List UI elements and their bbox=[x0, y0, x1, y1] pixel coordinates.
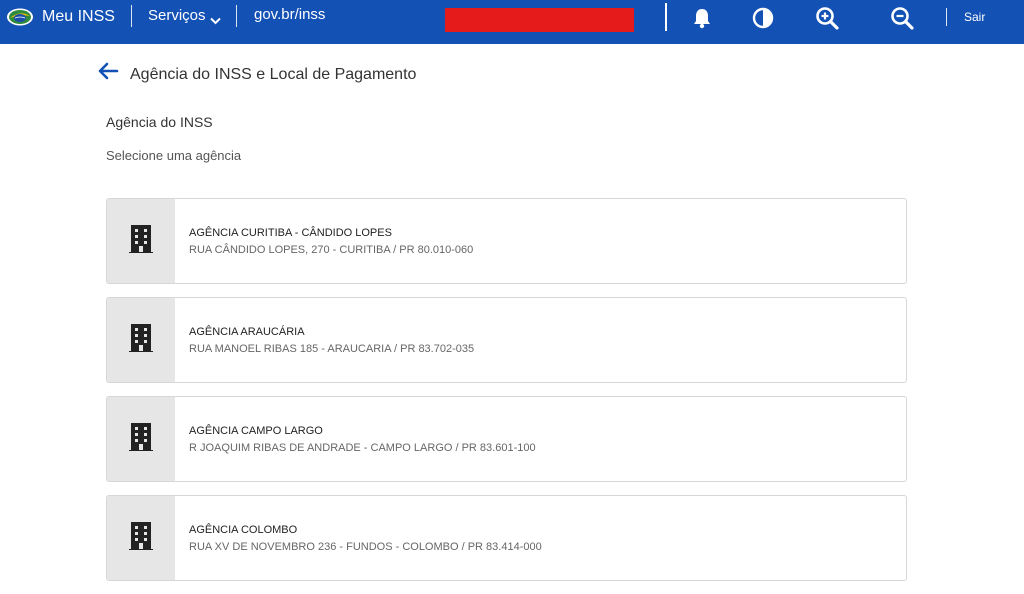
bell-icon[interactable] bbox=[690, 6, 714, 30]
header-divider bbox=[131, 5, 132, 27]
agency-icon-box bbox=[107, 298, 175, 382]
redacted-user-info bbox=[445, 8, 634, 32]
agency-card[interactable]: AGÊNCIA CAMPO LARGO R JOAQUIM RIBAS DE A… bbox=[106, 396, 907, 482]
services-menu-button[interactable]: Serviços bbox=[148, 7, 221, 25]
agency-list: AGÊNCIA CURITIBA - CÂNDIDO LOPES RUA CÂN… bbox=[106, 198, 907, 594]
building-icon bbox=[129, 422, 153, 456]
agency-name: AGÊNCIA COLOMBO bbox=[189, 524, 298, 536]
agency-card[interactable]: AGÊNCIA ARAUCÁRIA RUA MANOEL RIBAS 185 -… bbox=[106, 297, 907, 383]
agency-name: AGÊNCIA CAMPO LARGO bbox=[189, 425, 323, 437]
header-divider bbox=[665, 3, 667, 31]
top-navigation-bar: Meu INSS Serviços gov.br/inss Sair bbox=[0, 0, 1024, 44]
agency-icon-box bbox=[107, 397, 175, 481]
app-name[interactable]: Meu INSS bbox=[42, 8, 115, 26]
zoom-out-icon[interactable] bbox=[890, 6, 914, 30]
logout-button[interactable]: Sair bbox=[964, 10, 985, 24]
agency-address: RUA MANOEL RIBAS 185 - ARAUCARIA / PR 83… bbox=[189, 343, 475, 355]
contrast-icon[interactable] bbox=[751, 6, 775, 30]
header-divider bbox=[946, 8, 947, 26]
header-divider bbox=[236, 5, 237, 27]
agency-card[interactable]: AGÊNCIA COLOMBO RUA XV DE NOVEMBRO 236 -… bbox=[106, 495, 907, 581]
page-title: Agência do INSS e Local de Pagamento bbox=[130, 66, 417, 83]
building-icon bbox=[129, 224, 153, 258]
chevron-down-icon bbox=[209, 12, 221, 25]
agency-address: RUA CÂNDIDO LOPES, 270 - CURITIBA / PR 8… bbox=[189, 244, 474, 256]
inss-logo-icon[interactable] bbox=[6, 7, 34, 27]
zoom-in-icon[interactable] bbox=[815, 6, 839, 30]
agency-icon-box bbox=[107, 496, 175, 580]
section-title: Agência do INSS bbox=[106, 114, 213, 130]
agency-address: R JOAQUIM RIBAS DE ANDRADE - CAMPO LARGO… bbox=[189, 442, 536, 454]
building-icon bbox=[129, 323, 153, 357]
building-icon bbox=[129, 521, 153, 555]
section-hint: Selecione uma agência bbox=[106, 148, 242, 163]
gov-br-inss-link[interactable]: gov.br/inss bbox=[254, 6, 325, 24]
services-menu-label: Serviços bbox=[148, 7, 206, 24]
agency-icon-box bbox=[107, 199, 175, 283]
agency-name: AGÊNCIA CURITIBA - CÂNDIDO LOPES bbox=[189, 227, 392, 239]
back-arrow-icon[interactable] bbox=[97, 62, 119, 80]
agency-card[interactable]: AGÊNCIA CURITIBA - CÂNDIDO LOPES RUA CÂN… bbox=[106, 198, 907, 284]
agency-address: RUA XV DE NOVEMBRO 236 - FUNDOS - COLOMB… bbox=[189, 541, 542, 553]
agency-name: AGÊNCIA ARAUCÁRIA bbox=[189, 326, 305, 338]
